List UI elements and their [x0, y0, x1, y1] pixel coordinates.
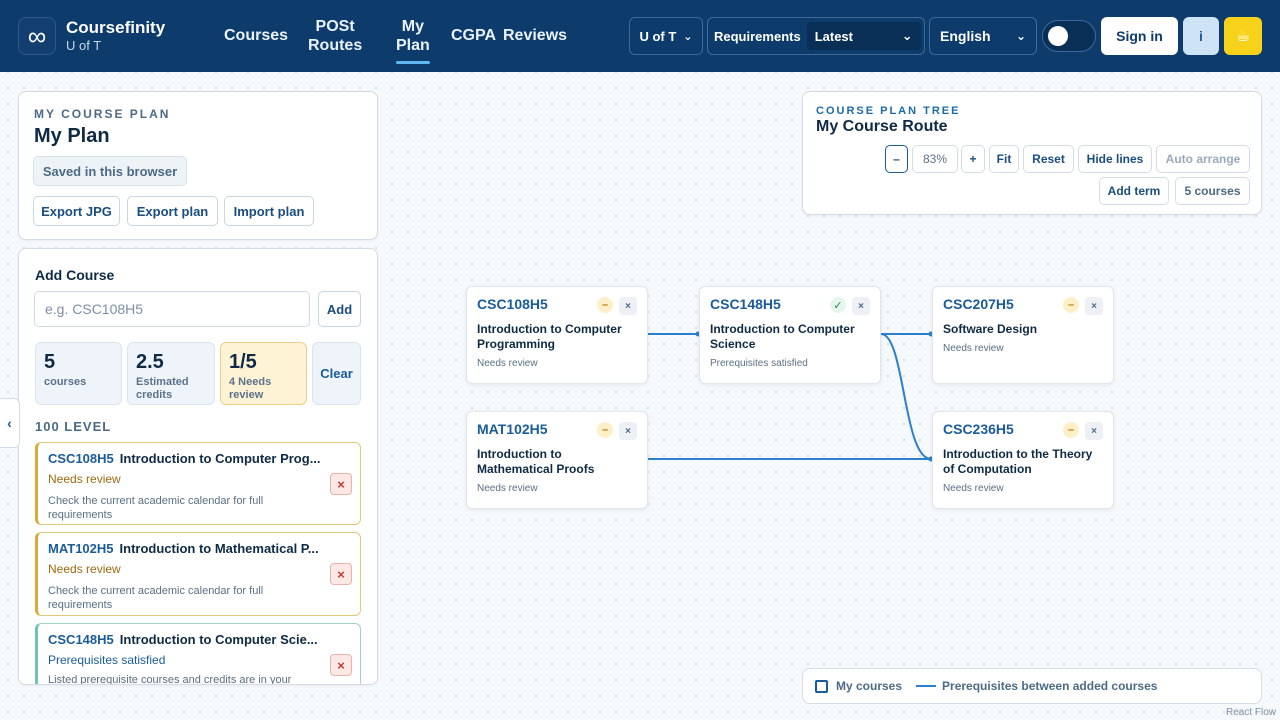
- node-status: Needs review: [943, 483, 1004, 494]
- warning-icon: –: [1063, 422, 1079, 438]
- node-status: Needs review: [943, 343, 1004, 354]
- course-node[interactable]: CSC207H5 – × Software Design Needs revie…: [932, 286, 1114, 384]
- remove-node-button[interactable]: ×: [619, 297, 637, 315]
- remove-node-button[interactable]: ×: [619, 422, 637, 440]
- node-status: Prerequisites satisfied: [710, 358, 808, 369]
- node-title: Introduction to Computer Programming: [477, 322, 622, 351]
- node-code: CSC108H5: [477, 296, 548, 312]
- node-code: MAT102H5: [477, 421, 548, 437]
- legend-prerequisites: Prerequisites between added courses: [942, 679, 1158, 693]
- node-code: CSC236H5: [943, 421, 1014, 437]
- node-code: CSC148H5: [710, 296, 781, 312]
- my-courses-legend-icon: [815, 679, 828, 693]
- edge-csc148-csc236: [880, 333, 932, 460]
- node-title: Introduction to Mathematical Proofs: [477, 447, 595, 476]
- warning-icon: –: [1063, 297, 1079, 313]
- node-title: Introduction to the Theory of Computatio…: [943, 447, 1093, 476]
- course-node[interactable]: CSC148H5 ✓ × Introduction to Computer Sc…: [699, 286, 881, 384]
- prerequisite-line-legend-icon: [916, 685, 937, 687]
- legend-my-courses: My courses: [836, 679, 903, 693]
- warning-icon: –: [597, 422, 613, 438]
- course-node[interactable]: MAT102H5 – × Introduction to Mathematica…: [466, 411, 648, 509]
- check-icon: ✓: [830, 297, 846, 313]
- remove-node-button[interactable]: ×: [1085, 422, 1103, 440]
- warning-icon: –: [597, 297, 613, 313]
- react-flow-attribution[interactable]: React Flow: [1226, 707, 1276, 718]
- node-title: Introduction to Computer Science: [710, 322, 855, 351]
- remove-node-button[interactable]: ×: [1085, 297, 1103, 315]
- node-status: Needs review: [477, 358, 538, 369]
- course-node[interactable]: CSC108H5 – × Introduction to Computer Pr…: [466, 286, 648, 384]
- remove-node-button[interactable]: ×: [852, 297, 870, 315]
- node-status: Needs review: [477, 483, 538, 494]
- node-code: CSC207H5: [943, 296, 1014, 312]
- tree-legend: My courses Prerequisites between added c…: [802, 668, 1262, 704]
- course-node[interactable]: CSC236H5 – × Introduction to the Theory …: [932, 411, 1114, 509]
- node-title: Software Design: [943, 322, 1038, 336]
